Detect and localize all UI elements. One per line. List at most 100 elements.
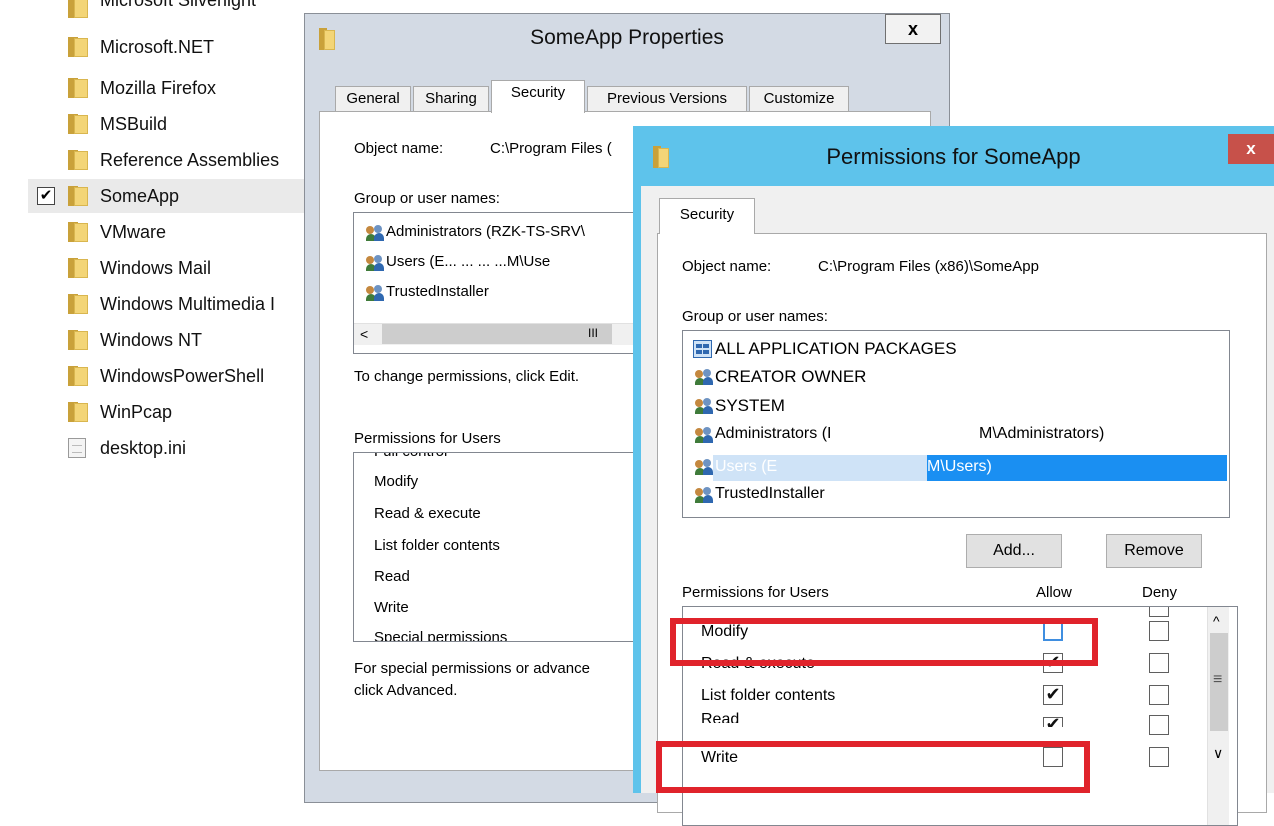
list-item[interactable]: MSBuild [32, 107, 312, 141]
file-name: desktop.ini [100, 437, 187, 458]
list-item[interactable]: Windows NT [32, 323, 312, 357]
user-row[interactable]: TrustedInstaller [715, 485, 825, 503]
file-name: WinPcap [100, 401, 173, 422]
users-icon [366, 255, 384, 271]
tab-sharing[interactable]: Sharing [413, 86, 489, 112]
properties-titlebar[interactable]: SomeApp Properties x [305, 14, 949, 64]
deny-checkbox[interactable] [1149, 747, 1169, 767]
special-permissions-text: For special permissions or advance [354, 660, 590, 677]
permission-row: Full control [374, 453, 447, 460]
close-button[interactable]: x [1228, 134, 1274, 164]
selected-user-name: Users (E [715, 458, 778, 475]
user-row[interactable]: TrustedInstaller [386, 283, 489, 300]
user-row[interactable]: SYSTEM [715, 396, 785, 416]
list-item-selected[interactable]: ✔ SomeApp [28, 179, 310, 213]
dialog-title: Permissions for SomeApp [826, 144, 1081, 169]
group-user-list[interactable]: Administrators (RZK-TS-SRV\ Users (E... … [353, 212, 653, 354]
folder-icon [66, 0, 90, 18]
remove-button[interactable]: Remove [1106, 534, 1202, 568]
list-item[interactable]: Windows Mail [32, 251, 312, 285]
deny-checkbox[interactable] [1149, 715, 1169, 735]
list-item[interactable]: Reference Assemblies [32, 143, 312, 177]
security-tab-panel: Object name: C:\Program Files (x86)\Some… [657, 233, 1267, 826]
scroll-left-arrow[interactable]: < [360, 326, 368, 342]
folder-icon [66, 37, 90, 57]
file-name: Mozilla Firefox [100, 77, 217, 98]
user-row[interactable]: CREATOR OWNER [715, 367, 866, 387]
users-icon [695, 427, 713, 443]
user-row-suffix: M\Administrators) [979, 425, 1105, 442]
scroll-up-arrow[interactable]: ^ [1213, 613, 1220, 629]
user-row[interactable]: Administrators (I [715, 425, 831, 443]
file-explorer-list: Microsoft Silverlight Microsoft.NET Mozi… [0, 0, 310, 793]
tab-security[interactable]: Security [659, 198, 755, 234]
folder-icon [66, 366, 90, 386]
scroll-grip: III [588, 326, 599, 340]
tab-security[interactable]: Security [491, 80, 585, 113]
user-row[interactable]: Administrators (RZK-TS-SRV\ [386, 223, 585, 240]
modify-highlight-box [670, 618, 1098, 666]
dialog-client-area: Security Object name: C:\Program Files (… [641, 186, 1274, 826]
selected-user-suffix: M\Users) [927, 458, 992, 475]
write-highlight-box [656, 741, 1090, 793]
permission-row: Read [374, 568, 410, 585]
object-name-label: Object name: [682, 258, 772, 275]
add-button[interactable]: Add... [966, 534, 1062, 568]
tab-previous-versions[interactable]: Previous Versions [587, 86, 747, 112]
permissions-dialog: Permissions for SomeApp x Security Objec… [633, 126, 1274, 826]
users-icon [695, 369, 713, 385]
permission-row: Write [374, 599, 409, 616]
folder-icon [66, 222, 90, 242]
list-item[interactable]: VMware [32, 215, 312, 249]
allow-checkbox[interactable]: ✔ [1043, 717, 1063, 727]
click-advanced-text: click Advanced. [354, 682, 458, 699]
tab-general[interactable]: General [335, 86, 411, 112]
user-row-selected[interactable]: Users (E M\Users) [691, 453, 1229, 483]
vertical-scrollbar[interactable]: ^ ≡ ∨ [1207, 607, 1229, 825]
file-name: Microsoft.NET [100, 36, 215, 57]
object-name-value: C:\Program Files (x86)\SomeApp [818, 258, 1039, 275]
settings-file-icon [68, 438, 86, 458]
permissions-titlebar[interactable]: Permissions for SomeApp x [633, 126, 1274, 186]
list-item[interactable]: WinPcap [32, 395, 312, 429]
users-icon [366, 225, 384, 241]
scroll-grip: ≡ [1213, 671, 1223, 688]
folder-icon [66, 330, 90, 350]
object-name-value: C:\Program Files ( [490, 140, 612, 157]
users-icon [695, 398, 713, 414]
users-icon [366, 285, 384, 301]
user-row[interactable]: ALL APPLICATION PACKAGES [715, 339, 957, 359]
user-row[interactable]: Users (E... ... ... ...M\Use [386, 253, 550, 270]
list-item[interactable]: Microsoft.NET [32, 30, 312, 64]
deny-checkbox[interactable] [1149, 653, 1169, 673]
list-item[interactable]: WindowsPowerShell [32, 359, 312, 393]
list-item[interactable]: desktop.ini [32, 431, 312, 465]
permission-row: Read [701, 711, 740, 723]
change-permissions-text: To change permissions, click Edit. [354, 368, 580, 385]
permissions-list: Full control Modify Read & execute List … [353, 452, 653, 642]
scroll-thumb[interactable] [382, 324, 612, 344]
permission-row: List folder contents [701, 687, 836, 704]
dialog-title: SomeApp Properties [530, 26, 724, 49]
file-name: Windows Multimedia I [100, 293, 276, 314]
folder-icon [66, 294, 90, 314]
item-checkbox[interactable]: ✔ [37, 187, 55, 205]
allow-column-label: Allow [1036, 584, 1072, 601]
file-name: WindowsPowerShell [100, 365, 265, 386]
file-name: SomeApp [100, 185, 180, 206]
list-item[interactable]: Mozilla Firefox [32, 71, 312, 105]
file-name: Windows NT [100, 329, 203, 350]
list-item[interactable]: Windows Multimedia I [32, 287, 312, 321]
scroll-down-arrow[interactable]: ∨ [1213, 745, 1223, 762]
deny-checkbox[interactable] [1149, 607, 1169, 617]
close-button[interactable]: x [885, 14, 941, 44]
permission-row: Special permissions [374, 629, 508, 642]
permission-row: Read & execute [374, 505, 481, 522]
allow-checkbox[interactable]: ✔ [1043, 685, 1063, 705]
group-user-list[interactable]: ALL APPLICATION PACKAGES CREATOR OWNER S… [682, 330, 1230, 518]
permission-row: List folder contents [374, 537, 500, 554]
horizontal-scrollbar[interactable]: < III [354, 323, 652, 345]
deny-checkbox[interactable] [1149, 685, 1169, 705]
tab-customize[interactable]: Customize [749, 86, 849, 112]
deny-checkbox[interactable] [1149, 621, 1169, 641]
